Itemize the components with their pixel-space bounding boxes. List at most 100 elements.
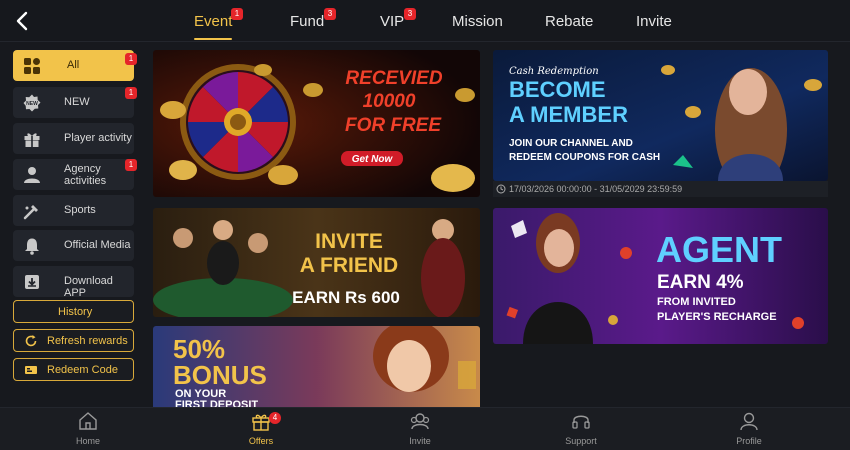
nav-label: Offers bbox=[248, 436, 274, 446]
banner-free-spin-art: RECEVIED 10000 FOR FREE Get Now bbox=[153, 50, 480, 197]
nav-label: Support bbox=[565, 436, 597, 446]
sidebar-badge: 1 bbox=[125, 87, 137, 99]
banner-free-spin-line1: RECEVIED bbox=[345, 68, 442, 89]
history-button[interactable]: History bbox=[13, 300, 134, 323]
banner-invite-line2: A FRIEND bbox=[300, 254, 398, 277]
sidebar-item-label: All bbox=[67, 59, 80, 71]
clock-icon bbox=[496, 184, 506, 194]
sidebar-item-label: Sports bbox=[64, 204, 96, 216]
banner-agent[interactable]: AGENT EARN 4% FROM INVITED PLAYER'S RECH… bbox=[493, 208, 828, 344]
get-now-button-label[interactable]: Get Now bbox=[352, 154, 394, 165]
profile-icon bbox=[738, 410, 760, 432]
nav-badge: 4 bbox=[269, 412, 281, 424]
invite-icon bbox=[409, 410, 431, 432]
nav-home[interactable]: Home bbox=[58, 410, 118, 446]
sports-icon bbox=[23, 202, 41, 220]
banner-member-date-row: 17/03/2026 00:00:00 - 31/05/2029 23:59:5… bbox=[493, 181, 828, 197]
sidebar-item-label: NEW bbox=[64, 96, 90, 108]
redeem-code-button[interactable]: Redeem Code bbox=[13, 358, 134, 381]
nav-support[interactable]: Support bbox=[551, 410, 611, 446]
banner-become-member[interactable]: Cash Redemption BECOME A MEMBER JOIN OUR… bbox=[493, 50, 828, 181]
sidebar-badge: 1 bbox=[125, 53, 137, 65]
tab-badge: 3 bbox=[404, 8, 416, 20]
banner-bonus-line2: BONUS bbox=[173, 360, 267, 390]
tab-fund[interactable]: Fund 3 bbox=[290, 8, 336, 30]
tab-label: Invite bbox=[636, 13, 672, 30]
banner-agent-sub2: PLAYER'S RECHARGE bbox=[657, 311, 777, 323]
tab-mission[interactable]: Mission bbox=[452, 13, 503, 30]
refresh-rewards-label: Refresh rewards bbox=[47, 335, 128, 347]
sidebar-badge: 1 bbox=[125, 159, 137, 171]
banner-first-deposit-bonus[interactable]: 50% BONUS ON YOUR FIRST DEPOSIT bbox=[153, 326, 480, 407]
app-root: Event 1 Fund 3 VIP 3 Mission Rebate Invi… bbox=[0, 0, 850, 450]
nav-label: Invite bbox=[409, 436, 431, 446]
banner-bonus-line4: FIRST DEPOSIT bbox=[175, 399, 258, 407]
tab-vip[interactable]: VIP 3 bbox=[380, 8, 416, 30]
tab-label: VIP bbox=[380, 13, 405, 30]
home-icon bbox=[77, 410, 99, 432]
svg-text:NEW: NEW bbox=[26, 101, 38, 107]
sidebar-item-player-activity[interactable]: Player activity bbox=[13, 123, 134, 154]
banner-become-member-art: Cash Redemption BECOME A MEMBER JOIN OUR… bbox=[493, 50, 828, 181]
headset-icon bbox=[570, 410, 592, 432]
gift-icon bbox=[23, 130, 41, 148]
agent-icon bbox=[23, 166, 41, 184]
tab-invite[interactable]: Invite bbox=[636, 13, 672, 30]
banner-free-spin[interactable]: RECEVIED 10000 FOR FREE Get Now bbox=[153, 50, 480, 197]
ticket-icon bbox=[24, 363, 38, 377]
grid-icon bbox=[23, 57, 41, 75]
banner-bonus-art: 50% BONUS ON YOUR FIRST DEPOSIT bbox=[153, 326, 480, 407]
tab-badge: 3 bbox=[324, 8, 336, 20]
banner-invite-line1: INVITE bbox=[315, 230, 383, 253]
sidebar-item-download-app[interactable]: Download APP bbox=[13, 266, 134, 299]
sidebar-item-official-media[interactable]: Official Media bbox=[13, 230, 134, 261]
tab-rebate[interactable]: Rebate bbox=[545, 13, 593, 30]
refresh-icon bbox=[24, 334, 38, 348]
banner-member-sub2: REDEEM COUPONS FOR CASH bbox=[509, 152, 660, 163]
tab-label: Fund bbox=[290, 13, 325, 30]
top-nav: Event 1 Fund 3 VIP 3 Mission Rebate Invi… bbox=[0, 0, 850, 42]
tab-label: Event bbox=[194, 13, 233, 30]
tab-event[interactable]: Event 1 bbox=[194, 8, 243, 40]
new-icon: NEW bbox=[23, 94, 41, 112]
banner-agent-art: AGENT EARN 4% FROM INVITED PLAYER'S RECH… bbox=[493, 208, 828, 344]
bell-icon bbox=[23, 237, 41, 255]
banner-free-spin-line3: FOR FREE bbox=[345, 115, 442, 136]
back-icon[interactable] bbox=[12, 9, 34, 33]
sidebar-item-all[interactable]: All 1 bbox=[13, 50, 137, 81]
banner-member-line2: A MEMBER bbox=[509, 102, 628, 127]
sidebar-item-sports[interactable]: Sports bbox=[13, 195, 134, 226]
tab-badge: 1 bbox=[231, 8, 243, 20]
nav-label: Home bbox=[75, 436, 100, 446]
nav-label: Profile bbox=[736, 436, 762, 446]
gift-icon bbox=[250, 410, 272, 432]
download-icon bbox=[23, 273, 41, 291]
sidebar-item-label: Agency activities bbox=[64, 163, 107, 187]
banner-invite-friend-art: INVITE A FRIEND EARN Rs 600 bbox=[153, 208, 480, 317]
banner-agent-sub1: FROM INVITED bbox=[657, 296, 736, 308]
sidebar-item-label: Download APP bbox=[64, 275, 113, 299]
banner-free-spin-line2: 10000 bbox=[363, 91, 416, 112]
sidebar-item-label: Official Media bbox=[64, 239, 131, 251]
banner-agent-line2: EARN 4% bbox=[657, 272, 744, 293]
banner-invite-line3: EARN Rs 600 bbox=[292, 288, 400, 307]
nav-offers[interactable]: Offers 4 bbox=[231, 410, 291, 446]
sidebar-item-agency-activities[interactable]: Agency activities 1 bbox=[13, 159, 137, 190]
banner-agent-line1: AGENT bbox=[656, 229, 782, 270]
refresh-rewards-button[interactable]: Refresh rewards bbox=[13, 329, 134, 352]
banner-member-sub1: JOIN OUR CHANNEL AND bbox=[509, 138, 633, 149]
banner-member-script: Cash Redemption bbox=[509, 66, 599, 77]
tab-label: Rebate bbox=[545, 13, 594, 30]
history-label: History bbox=[58, 306, 93, 318]
bottom-nav: Home Offers 4 Invite Support Profile bbox=[0, 407, 850, 450]
banner-member-line1: BECOME bbox=[509, 77, 606, 102]
nav-profile[interactable]: Profile bbox=[719, 410, 779, 446]
sidebar-item-label: Player activity bbox=[64, 132, 132, 144]
banner-member-date-range: 17/03/2026 00:00:00 - 31/05/2029 23:59:5… bbox=[509, 184, 683, 194]
tab-label: Mission bbox=[452, 13, 503, 30]
banner-invite-friend[interactable]: INVITE A FRIEND EARN Rs 600 bbox=[153, 208, 480, 317]
tab-active-underline bbox=[194, 38, 233, 40]
sidebar-item-new[interactable]: NEW NEW 1 bbox=[13, 87, 137, 118]
redeem-code-label: Redeem Code bbox=[47, 364, 118, 376]
nav-invite[interactable]: Invite bbox=[390, 410, 450, 446]
